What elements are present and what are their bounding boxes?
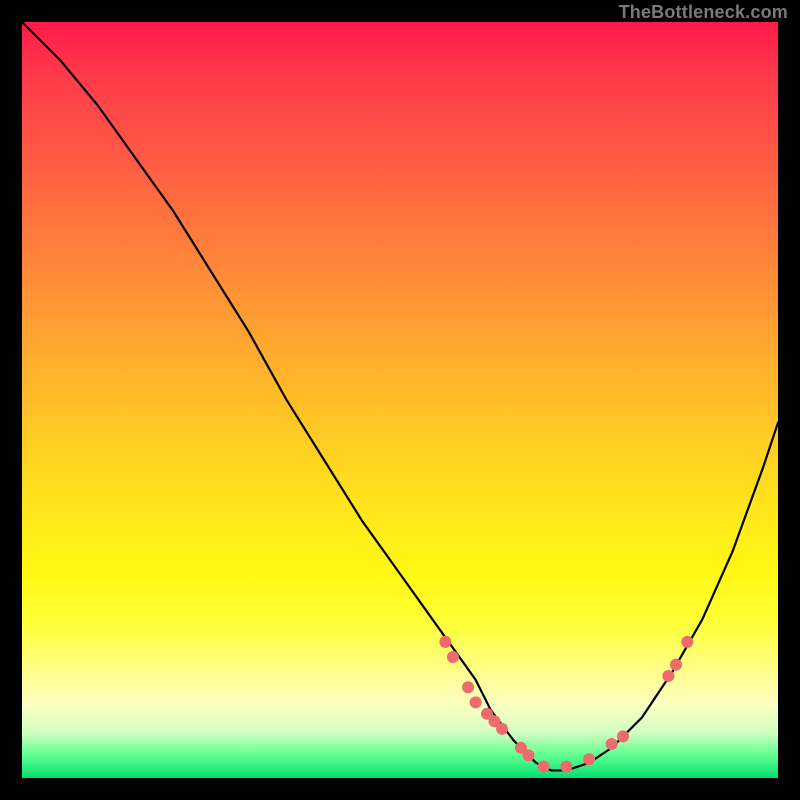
- data-marker: [470, 696, 482, 708]
- watermark-label: TheBottleneck.com: [619, 2, 788, 23]
- data-marker: [560, 761, 572, 773]
- data-marker: [617, 730, 629, 742]
- data-marker: [583, 753, 595, 765]
- data-markers: [439, 636, 693, 773]
- chart-container: TheBottleneck.com: [0, 0, 800, 800]
- data-marker: [662, 670, 674, 682]
- data-marker: [439, 636, 451, 648]
- data-marker: [496, 723, 508, 735]
- bottleneck-curve: [22, 22, 778, 770]
- data-marker: [462, 681, 474, 693]
- data-marker: [606, 738, 618, 750]
- data-marker: [681, 636, 693, 648]
- data-marker: [447, 651, 459, 663]
- chart-svg: [22, 22, 778, 778]
- data-marker: [523, 749, 535, 761]
- data-marker: [538, 761, 550, 773]
- plot-area: [22, 22, 778, 778]
- data-marker: [670, 659, 682, 671]
